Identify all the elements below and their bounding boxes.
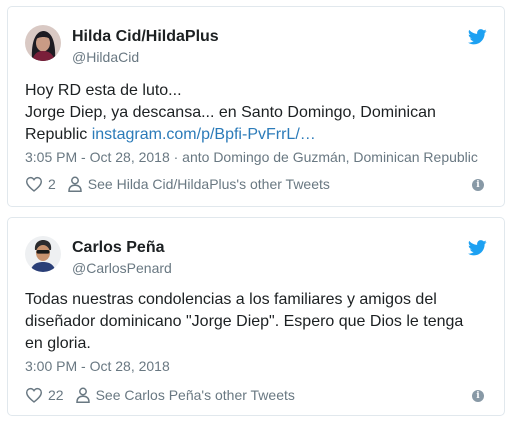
like-count[interactable]: 22 [48, 387, 64, 403]
heart-icon[interactable] [25, 176, 43, 192]
author-name[interactable]: Carlos Peña [72, 239, 164, 257]
tweet-text: Hoy RD esta de luto... Jorge Diep, ya de… [25, 80, 490, 146]
avatar[interactable] [25, 236, 61, 272]
author-name[interactable]: Hilda Cid/HildaPlus [72, 28, 219, 46]
author-handle[interactable]: @HildaCid [72, 49, 139, 65]
tweet-text-line: diseñador dominicano "Jorge Diep". Esper… [25, 313, 464, 330]
person-icon [68, 176, 82, 192]
tweet-timestamp-location[interactable]: 3:05 PM - Oct 28, 2018 · anto Domingo de… [25, 149, 478, 165]
tweet-timestamp[interactable]: 3:00 PM - Oct 28, 2018 [25, 358, 170, 374]
like-count[interactable]: 2 [48, 176, 56, 192]
info-icon[interactable]: i [472, 390, 484, 402]
tweet-text-line-part: Republic [25, 126, 92, 143]
twitter-bird-icon[interactable] [468, 29, 487, 45]
person-icon [75, 387, 90, 403]
tweet-text-line: en gloria. [25, 335, 91, 352]
tweet-text-line: Hoy RD esta de luto... [25, 82, 182, 99]
tweet-card: Carlos Peña @CarlosPenard Todas nuestras… [7, 217, 505, 416]
profile-tweets-link[interactable]: See Hilda Cid/HildaPlus's other Tweets [88, 176, 330, 192]
tweet-actions: 22 See Carlos Peña's other Tweets [25, 385, 295, 405]
heart-icon[interactable] [25, 387, 43, 403]
tweet-text-line: Todas nuestras condolencias a los famili… [25, 291, 437, 308]
tweet-text: Todas nuestras condolencias a los famili… [25, 289, 490, 355]
tweet-actions: 2 See Hilda Cid/HildaPlus's other Tweets [25, 174, 330, 194]
author-handle[interactable]: @CarlosPenard [72, 260, 172, 276]
tweet-text-line: Jorge Diep, ya descansa... en Santo Domi… [25, 104, 436, 121]
instagram-link[interactable]: instagram.com/p/Bpfi-PvFrrL/… [92, 126, 316, 143]
profile-tweets-link[interactable]: See Carlos Peña's other Tweets [96, 387, 295, 403]
info-icon[interactable]: i [472, 179, 484, 191]
twitter-bird-icon[interactable] [468, 240, 487, 256]
avatar[interactable] [25, 25, 61, 61]
tweet-text-line: Republic instagram.com/p/Bpfi-PvFrrL/… [25, 124, 490, 146]
tweet-card: Hilda Cid/HildaPlus @HildaCid Hoy RD est… [7, 6, 505, 207]
